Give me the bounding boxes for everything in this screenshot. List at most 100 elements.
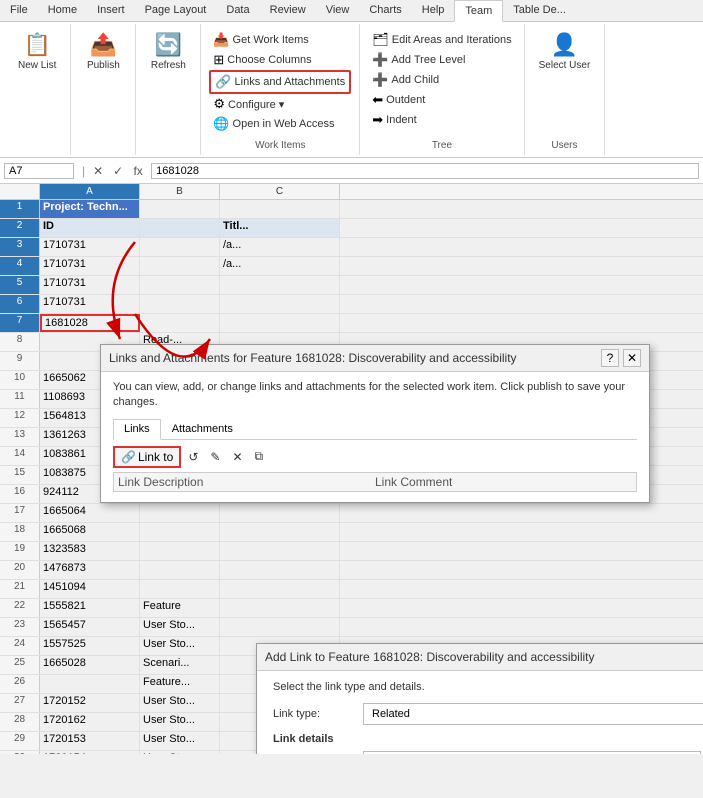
formula-cancel-button[interactable]: ✕ [89, 162, 107, 180]
cell-b3[interactable] [140, 238, 220, 256]
link-type-select[interactable]: Related [363, 703, 703, 725]
col-header-b[interactable]: B [140, 184, 220, 199]
cell-a25[interactable]: 1665028 [40, 656, 140, 674]
open-web-access-button[interactable]: 🌐 Open in Web Access [209, 114, 351, 134]
dialog-tab-links[interactable]: Links [113, 419, 161, 440]
new-list-button[interactable]: 📋 New List [12, 28, 62, 75]
dialog-close-button[interactable]: ✕ [623, 349, 641, 367]
cell-c18[interactable] [220, 523, 340, 541]
cell-a24[interactable]: 1557525 [40, 637, 140, 655]
tab-file[interactable]: File [0, 0, 38, 21]
add-tree-level-button[interactable]: ➕ Add Tree Level [368, 50, 515, 70]
cell-b29[interactable]: User Sto... [140, 732, 220, 750]
cell-c6[interactable] [220, 295, 340, 313]
cell-b7[interactable] [140, 314, 220, 332]
cell-a6[interactable]: 1710731 [40, 295, 140, 313]
outdent-button[interactable]: ⬅ Outdent [368, 90, 515, 110]
cell-a29[interactable]: 1720153 [40, 732, 140, 750]
cell-b22[interactable]: Feature [140, 599, 220, 617]
cell-b26[interactable]: Feature... [140, 675, 220, 693]
cell-a2[interactable]: ID [40, 219, 140, 237]
cell-b25[interactable]: Scenari... [140, 656, 220, 674]
cell-c23[interactable] [220, 618, 340, 636]
cell-c17[interactable] [220, 504, 340, 522]
cell-b4[interactable] [140, 257, 220, 275]
tab-charts[interactable]: Charts [359, 0, 411, 21]
cell-b1[interactable] [140, 200, 220, 218]
links-and-attachments-button[interactable]: 🔗 Links and Attachments [209, 70, 351, 94]
publish-button[interactable]: 📤 Publish [79, 28, 127, 75]
cell-a17[interactable]: 1665064 [40, 504, 140, 522]
cell-a20[interactable]: 1476873 [40, 561, 140, 579]
cell-a3[interactable]: 1710731 [40, 238, 140, 256]
cell-b19[interactable] [140, 542, 220, 560]
formula-function-button[interactable]: fx [129, 162, 147, 180]
col-header-c[interactable]: C [220, 184, 340, 199]
cell-c5[interactable] [220, 276, 340, 294]
cell-c22[interactable] [220, 599, 340, 617]
cell-a1[interactable]: Project: Techn... [40, 200, 140, 218]
cell-b28[interactable]: User Sto... [140, 713, 220, 731]
indent-button[interactable]: ➡ Indent [368, 110, 515, 130]
tab-help[interactable]: Help [412, 0, 455, 21]
cell-a18[interactable]: 1665068 [40, 523, 140, 541]
cell-b24[interactable]: User Sto... [140, 637, 220, 655]
cell-b20[interactable] [140, 561, 220, 579]
delete-button[interactable]: ✕ [227, 447, 247, 467]
dialog-help-button[interactable]: ? [601, 349, 619, 367]
cell-b27[interactable]: User Sto... [140, 694, 220, 712]
name-box[interactable] [4, 163, 74, 179]
cell-c20[interactable] [220, 561, 340, 579]
tab-insert[interactable]: Insert [87, 0, 135, 21]
cell-b18[interactable] [140, 523, 220, 541]
tab-table-de[interactable]: Table De... [503, 0, 576, 21]
configure-button[interactable]: ⚙ Configure ▾ [209, 94, 351, 114]
refresh-button[interactable]: 🔄 Refresh [144, 28, 192, 75]
formula-confirm-button[interactable]: ✓ [109, 162, 127, 180]
tab-home[interactable]: Home [38, 0, 87, 21]
cell-c1[interactable] [220, 200, 340, 218]
cell-a21[interactable]: 1451094 [40, 580, 140, 598]
tab-data[interactable]: Data [216, 0, 259, 21]
edit-areas-button[interactable]: 🗂 Edit Areas and Iterations [368, 30, 515, 50]
tab-page-layout[interactable]: Page Layout [135, 0, 217, 21]
cell-c21[interactable] [220, 580, 340, 598]
cell-c4[interactable]: /a... [220, 257, 340, 275]
select-user-button[interactable]: 👤 Select User [533, 28, 597, 75]
cell-c7[interactable] [220, 314, 340, 332]
cell-a19[interactable]: 1323583 [40, 542, 140, 560]
cell-b17[interactable] [140, 504, 220, 522]
cell-c19[interactable] [220, 542, 340, 560]
cell-a30[interactable]: 1720154 [40, 751, 140, 754]
add-child-button[interactable]: ➕ Add Child [368, 70, 515, 90]
cell-a5[interactable]: 1710731 [40, 276, 140, 294]
copy-button[interactable]: ⧉ [250, 446, 269, 467]
cell-c3[interactable]: /a... [220, 238, 340, 256]
cell-b30[interactable]: User Sto... [140, 751, 220, 754]
get-work-items-button[interactable]: 📥 Get Work Items [209, 30, 351, 50]
cell-a26[interactable] [40, 675, 140, 693]
link-to-button[interactable]: 🔗 Link to [113, 446, 181, 468]
cell-b21[interactable] [140, 580, 220, 598]
col-header-a[interactable]: A [40, 184, 140, 199]
dialog-tab-attachments[interactable]: Attachments [161, 419, 244, 439]
undo-button[interactable]: ↺ [183, 447, 203, 467]
cell-b5[interactable] [140, 276, 220, 294]
cell-b2[interactable] [140, 219, 220, 237]
cell-b6[interactable] [140, 295, 220, 313]
cell-a7[interactable]: 1681028 [40, 314, 140, 332]
tab-view[interactable]: View [316, 0, 360, 21]
cell-a23[interactable]: 1565457 [40, 618, 140, 636]
cell-a27[interactable]: 1720152 [40, 694, 140, 712]
tab-team[interactable]: Team [454, 0, 503, 22]
cell-a22[interactable]: 1555821 [40, 599, 140, 617]
formula-input[interactable] [151, 163, 699, 179]
cell-c2[interactable]: Titl... [220, 219, 340, 237]
cell-a28[interactable]: 1720162 [40, 713, 140, 731]
cell-b23[interactable]: User Sto... [140, 618, 220, 636]
edit-button[interactable]: ✎ [205, 447, 225, 467]
cell-a4[interactable]: 1710731 [40, 257, 140, 275]
work-item-ids-input[interactable] [363, 751, 701, 754]
tab-review[interactable]: Review [260, 0, 316, 21]
choose-columns-button[interactable]: ⊞ Choose Columns [209, 50, 351, 70]
